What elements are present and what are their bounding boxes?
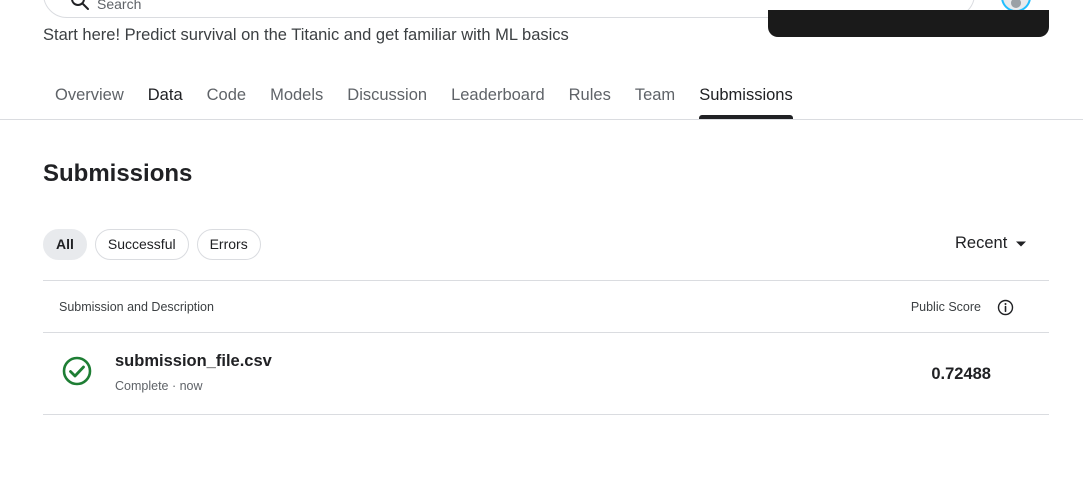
tab-data[interactable]: Data bbox=[136, 76, 195, 119]
tab-leaderboard[interactable]: Leaderboard bbox=[439, 76, 557, 119]
competition-header-image bbox=[768, 10, 1049, 37]
table-header: Submission and Description Public Score bbox=[43, 280, 1049, 333]
tab-code[interactable]: Code bbox=[195, 76, 258, 119]
sort-label: Recent bbox=[955, 234, 1008, 252]
competition-subtitle: Start here! Predict survival on the Tita… bbox=[43, 26, 569, 44]
tab-bar: Overview Data Code Models Discussion Lea… bbox=[43, 76, 805, 119]
avatar-image bbox=[1011, 0, 1021, 8]
sort-dropdown[interactable]: Recent bbox=[955, 234, 1027, 253]
column-header-score: Public Score bbox=[910, 300, 981, 314]
info-icon[interactable] bbox=[997, 299, 1014, 316]
public-score: 0.72488 bbox=[931, 365, 991, 383]
check-circle-icon bbox=[62, 356, 92, 386]
search-icon bbox=[71, 0, 89, 10]
submission-file-name[interactable]: submission_file.csv bbox=[115, 352, 272, 371]
tab-models[interactable]: Models bbox=[258, 76, 335, 119]
submissions-table: Submission and Description Public Score … bbox=[43, 280, 1049, 415]
tab-submissions[interactable]: Submissions bbox=[687, 76, 805, 119]
tab-overview[interactable]: Overview bbox=[43, 76, 136, 119]
filter-successful-chip[interactable]: Successful bbox=[94, 229, 189, 260]
page-title: Submissions bbox=[43, 160, 193, 187]
tab-rules[interactable]: Rules bbox=[557, 76, 623, 119]
tab-team[interactable]: Team bbox=[623, 76, 687, 119]
tab-discussion[interactable]: Discussion bbox=[335, 76, 439, 119]
filter-all-chip[interactable]: All bbox=[43, 229, 87, 260]
table-row[interactable]: submission_file.csv Complete · now 0.724… bbox=[43, 333, 1049, 415]
column-header-description: Submission and Description bbox=[59, 300, 214, 314]
search-input[interactable]: Search bbox=[97, 0, 141, 12]
filter-chips: All Successful Errors bbox=[43, 229, 261, 260]
filter-errors-chip[interactable]: Errors bbox=[196, 229, 261, 260]
tabs-divider bbox=[0, 119, 1083, 120]
submission-status: Complete · now bbox=[115, 379, 203, 393]
dropdown-arrow-icon bbox=[1016, 241, 1027, 246]
